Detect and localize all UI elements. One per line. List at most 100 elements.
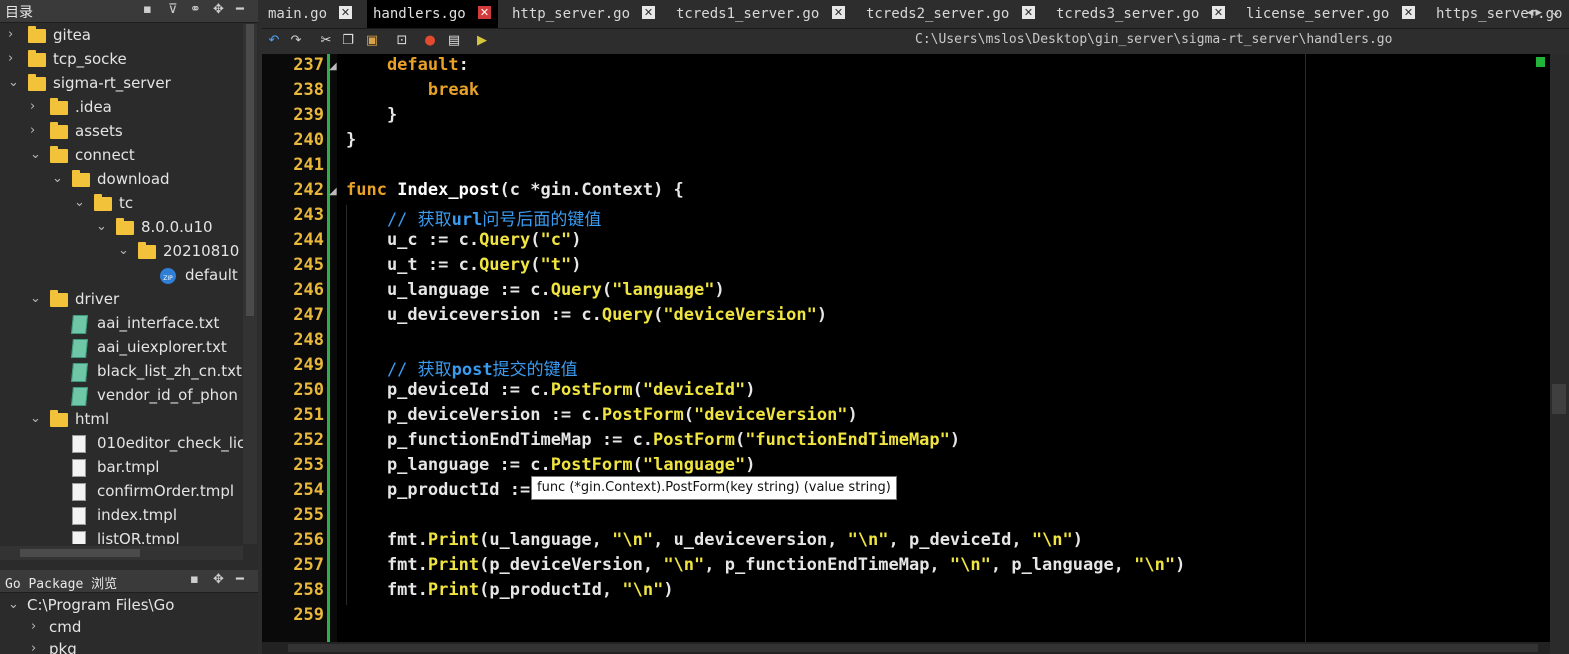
close-icon[interactable]: ✕ <box>642 6 655 19</box>
tree-item[interactable]: listQR.tmpl <box>0 528 243 544</box>
panel-menu-icon[interactable]: ▪ <box>190 572 199 587</box>
chevron-down-icon[interactable]: ⌄ <box>30 411 42 426</box>
folder-icon <box>50 410 68 427</box>
go-package-item[interactable]: › pkg <box>0 638 243 654</box>
tree-horizontal-scrollbar[interactable] <box>0 546 243 560</box>
code-line: // 获取post提交的键值 <box>346 355 578 380</box>
fold-marker-icon[interactable]: ◢ <box>329 186 337 197</box>
tree-item[interactable]: ⌄ html <box>0 408 243 432</box>
tree-item[interactable]: ⌄ 8.0.0.u10 <box>0 216 243 240</box>
minimize-icon[interactable]: ━ <box>236 2 244 17</box>
tree-item[interactable]: ⌄ connect <box>0 144 243 168</box>
cut-icon[interactable]: ✂ <box>318 33 334 49</box>
save-doc-icon[interactable]: ▤ <box>446 33 462 49</box>
tree-item[interactable]: › tcp_socke <box>0 48 243 72</box>
chevron-down-icon[interactable]: ⌄ <box>52 171 64 186</box>
chevron-right-icon[interactable]: › <box>31 641 43 654</box>
fold-marker-icon[interactable]: ◢ <box>329 61 337 72</box>
tree-item[interactable]: ⌄ tc <box>0 192 243 216</box>
code-token: // 获取 <box>346 360 452 380</box>
indent-guide <box>346 280 347 305</box>
run-icon[interactable]: ▶ <box>474 33 490 49</box>
close-icon[interactable]: ✕ <box>339 6 352 19</box>
chevron-down-icon[interactable]: ⌄ <box>8 75 20 90</box>
tree-item[interactable]: confirmOrder.tmpl <box>0 480 243 504</box>
line-number: 254 <box>293 480 324 500</box>
close-icon[interactable]: ✕ <box>832 6 845 19</box>
editor-vertical-scrollbar[interactable] <box>1550 54 1569 654</box>
tab-main-go[interactable]: main.go ✕ <box>262 0 359 28</box>
undo-icon[interactable]: ↶ <box>266 33 282 49</box>
close-icon[interactable]: ✕ <box>478 6 491 19</box>
code-token: "t" <box>540 255 572 275</box>
chevron-right-icon[interactable]: › <box>31 619 43 634</box>
tree-item[interactable]: ⌄ sigma-rt_server <box>0 72 243 96</box>
tree-vertical-scrollbar[interactable] <box>243 24 257 544</box>
editor-tab-bar: main.go ✕ handlers.go ✕ http_server.go ✕ tcred… <box>262 0 1569 29</box>
chevron-right-icon[interactable]: › <box>30 123 42 138</box>
close-icon[interactable]: ✕ <box>1402 6 1415 19</box>
tree-item[interactable]: › .idea <box>0 96 243 120</box>
chevron-down-icon[interactable]: ⌄ <box>74 195 86 210</box>
close-icon[interactable]: ✕ <box>1212 6 1225 19</box>
copy-icon[interactable]: ❐ <box>340 33 356 49</box>
move-icon[interactable]: ✥ <box>213 572 224 587</box>
tree-item[interactable]: ⌄ 20210810 <box>0 240 243 264</box>
redo-icon[interactable]: ↷ <box>288 33 304 49</box>
tab-license_server-go[interactable]: license_server.go ✕ <box>1240 0 1422 28</box>
folder-icon <box>28 26 46 43</box>
tree-item[interactable]: bar.tmpl <box>0 456 243 480</box>
folder-icon <box>28 50 46 67</box>
code-token: } <box>346 130 357 150</box>
line-number: 249 <box>293 355 324 375</box>
move-icon[interactable]: ✥ <box>213 2 224 17</box>
tab-http_server-go[interactable]: http_server.go ✕ <box>506 0 662 28</box>
tree-item[interactable]: ⌄ driver <box>0 288 243 312</box>
chevron-right-icon[interactable]: › <box>8 27 20 42</box>
tab-handlers-go[interactable]: handlers.go ✕ <box>367 0 498 28</box>
code-token: "\n" <box>1134 555 1176 575</box>
indent-guide <box>346 330 347 355</box>
indent-guide <box>346 430 347 455</box>
chevron-right-icon[interactable]: › <box>8 51 20 66</box>
link-icon[interactable]: ⚭ <box>190 2 201 17</box>
file-icon <box>72 459 86 477</box>
tab-tcreds3_server-go[interactable]: tcreds3_server.go ✕ <box>1050 0 1232 28</box>
tree-item[interactable]: › gitea <box>0 24 243 48</box>
close-icon[interactable]: ✕ <box>1022 6 1035 19</box>
chevron-down-icon[interactable]: ⌄ <box>96 219 108 234</box>
line-number: 238 <box>293 80 324 100</box>
filter-icon[interactable]: ⊽ <box>168 2 178 17</box>
chevron-down-icon[interactable]: ⌄ <box>8 597 20 612</box>
tree-item[interactable]: aai_interface.txt <box>0 312 243 336</box>
tree-item[interactable]: ZIP default <box>0 264 243 288</box>
tree-item[interactable]: › assets <box>0 120 243 144</box>
chevron-right-icon[interactable]: › <box>30 99 42 114</box>
record-icon[interactable]: ● <box>422 33 438 49</box>
tree-item[interactable]: vendor_id_of_phon <box>0 384 243 408</box>
tree-item[interactable]: 010editor_check_lic <box>0 432 243 456</box>
chevron-down-icon[interactable]: ⌄ <box>30 147 42 162</box>
tree-item-label: sigma-rt_server <box>53 74 171 92</box>
tab-scroll-icon[interactable]: ◂▸ ⌄ <box>1527 5 1563 20</box>
panel-menu-icon[interactable]: ▪ <box>143 2 152 17</box>
editor-horizontal-scrollbar[interactable] <box>262 642 1550 654</box>
chevron-down-icon[interactable]: ⌄ <box>30 291 42 306</box>
tree-item[interactable]: aai_uiexplorer.txt <box>0 336 243 360</box>
tab-tcreds2_server-go[interactable]: tcreds2_server.go ✕ <box>860 0 1042 28</box>
paste-icon[interactable]: ▣ <box>364 33 380 49</box>
tree-item[interactable]: ⌄ download <box>0 168 243 192</box>
chevron-down-icon[interactable]: ⌄ <box>118 243 130 258</box>
tree-item[interactable]: index.tmpl <box>0 504 243 528</box>
code-token: Query <box>601 305 654 325</box>
lock-icon[interactable]: ⊡ <box>394 33 410 49</box>
tab-tcreds1_server-go[interactable]: tcreds1_server.go ✕ <box>670 0 852 28</box>
tree-item[interactable]: black_list_zh_cn.txt <box>0 360 243 384</box>
tree-item-label: gitea <box>53 26 91 44</box>
code-token: (p_deviceVersion, <box>479 555 664 575</box>
code-token: "\n" <box>622 580 664 600</box>
code-editor[interactable]: 237 238 239 240 241 242 243 244 245 246 247 248 249 2… <box>262 54 1550 654</box>
go-package-root[interactable]: ⌄ C:\Program Files\Go <box>0 594 243 618</box>
minimize-icon[interactable]: ━ <box>236 572 244 587</box>
go-package-item[interactable]: › cmd <box>0 616 243 640</box>
